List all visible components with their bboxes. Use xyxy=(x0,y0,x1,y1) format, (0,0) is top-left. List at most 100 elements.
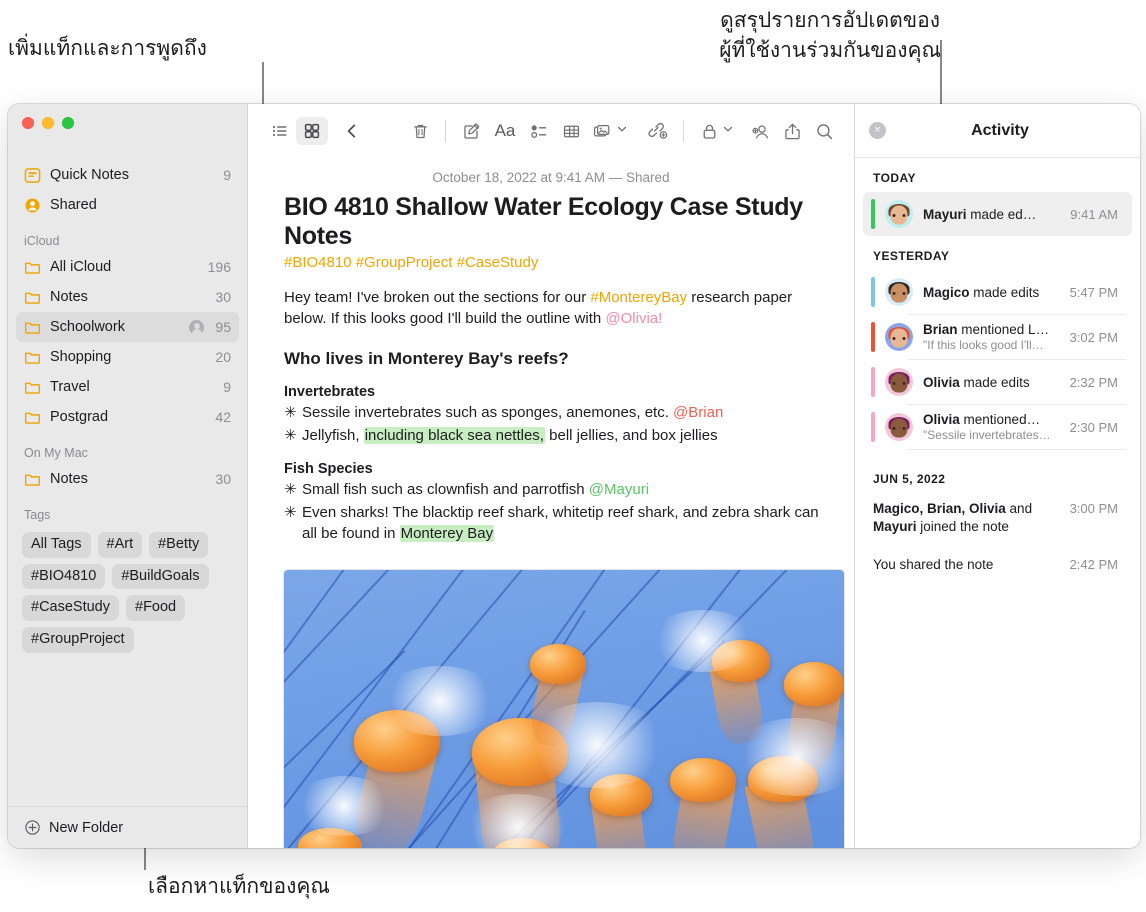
intro-text-1: Hey team! I've broken out the sections f… xyxy=(284,289,591,306)
new-folder-button[interactable]: New Folder xyxy=(8,806,247,848)
activity-time: 2:30 PM xyxy=(1069,419,1118,435)
activity-user: Magico xyxy=(923,284,970,300)
sidebar-item-notes-local[interactable]: Notes 30 xyxy=(16,464,239,494)
item-text: Small fish such as clownfish and parrotf… xyxy=(302,480,589,498)
lock-dropdown-button[interactable] xyxy=(722,122,734,140)
avatar xyxy=(885,200,913,228)
sidebar-item-count: 42 xyxy=(215,409,231,425)
share-icon xyxy=(784,123,800,139)
avatar xyxy=(885,413,913,441)
sidebar-item-count: 95 xyxy=(215,319,231,335)
tag-list: All Tags #Art #Betty #BIO4810 #BuildGoal… xyxy=(8,526,247,653)
activity-time: 2:42 PM xyxy=(1069,556,1118,572)
note-date: October 18, 2022 at 9:41 AM — Shared xyxy=(432,170,670,185)
tag-food[interactable]: #Food xyxy=(126,595,186,622)
tag-bio4810[interactable]: #BIO4810 xyxy=(22,563,106,590)
sidebar-item-shared[interactable]: Shared xyxy=(16,190,239,220)
activity-time: 2:32 PM xyxy=(1069,374,1118,390)
activity-accent-bar xyxy=(871,322,875,352)
quicknote-icon xyxy=(24,167,41,183)
item-mention[interactable]: @Mayuri xyxy=(589,481,649,498)
activity-shared-text: You shared the note xyxy=(873,556,994,572)
item-mention[interactable]: @Brian xyxy=(673,404,723,421)
activity-row-shared: You shared the note 2:42 PM xyxy=(855,543,1140,581)
checklist-button[interactable] xyxy=(523,117,555,145)
sidebar-item-postgrad[interactable]: Postgrad 42 xyxy=(16,402,239,432)
activity-text: Olivia mentioned… "Sessile invertebrates… xyxy=(923,412,1054,442)
avatar xyxy=(885,368,913,396)
maximize-button[interactable] xyxy=(62,117,74,129)
chevron-down-icon xyxy=(723,126,733,132)
sidebar-section-tags: Tags xyxy=(24,508,51,522)
activity-row[interactable]: Olivia made edits 2:32 PM xyxy=(863,360,1132,404)
tag-art[interactable]: #Art xyxy=(97,532,143,558)
sidebar-item-schoolwork[interactable]: Schoolwork 95 xyxy=(16,312,239,342)
activity-time: 5:47 PM xyxy=(1069,284,1118,300)
sidebar-item-label: Shopping xyxy=(50,349,112,365)
note-content[interactable]: October 18, 2022 at 9:41 AM — Shared BIO… xyxy=(248,158,854,848)
activity-user: Mayuri xyxy=(923,206,967,222)
sidebar-item-label: Postgrad xyxy=(50,409,109,425)
joined-names: Magico, Brian, Olivia xyxy=(873,501,1006,516)
media-dropdown-button[interactable] xyxy=(616,122,628,140)
intro-hashtag[interactable]: #MontereyBay xyxy=(590,289,687,306)
add-person-icon xyxy=(751,124,768,138)
close-button[interactable] xyxy=(22,117,34,129)
close-activity-button[interactable]: × xyxy=(869,122,886,139)
tag-groupproject[interactable]: #GroupProject xyxy=(22,627,134,653)
callout-add-tags: เพิ่มแท็กและการพูดถึง xyxy=(8,37,207,60)
sidebar-section-icloud: iCloud xyxy=(24,234,60,248)
section-fish-list: ✳ Small fish such as clownfish and parro… xyxy=(272,477,830,544)
activity-row[interactable]: Mayuri made ed… 9:41 AM xyxy=(863,192,1132,236)
lock-button[interactable] xyxy=(693,117,725,145)
sidebar-item-shopping[interactable]: Shopping 20 xyxy=(16,342,239,372)
sidebar-item-all-icloud[interactable]: All iCloud 196 xyxy=(16,252,239,282)
shared-person-icon xyxy=(25,198,40,212)
sidebar-item-quick-notes[interactable]: Quick Notes 9 xyxy=(16,160,239,190)
back-button[interactable] xyxy=(336,117,368,145)
folder-icon xyxy=(24,474,41,486)
item-text: Sessile invertebrates such as sponges, a… xyxy=(302,403,674,421)
item-text-after: bell jellies, and box jellies xyxy=(544,426,718,444)
intro-mention[interactable]: @Olivia! xyxy=(605,310,662,327)
activity-text: Brian mentioned L… "If this looks good I… xyxy=(923,322,1054,352)
gallery-view-button[interactable] xyxy=(296,117,328,145)
activity-header: × Activity xyxy=(855,104,1140,158)
bullet-marker: ✳ xyxy=(284,480,297,498)
format-button[interactable]: Aa xyxy=(487,117,523,145)
joined-rest: joined the note xyxy=(916,518,1009,534)
compose-button[interactable] xyxy=(455,117,487,145)
tag-buildgoals[interactable]: #BuildGoals xyxy=(112,563,209,590)
sidebar: Quick Notes 9 Shared iCloud All iCloud 1… xyxy=(8,104,248,848)
activity-time: 9:41 AM xyxy=(1070,206,1118,222)
delete-button[interactable] xyxy=(404,117,436,145)
tag-casestudy[interactable]: #CaseStudy xyxy=(22,595,119,622)
table-button[interactable] xyxy=(555,117,587,145)
list-view-button[interactable] xyxy=(264,117,296,145)
sidebar-item-travel[interactable]: Travel 9 xyxy=(16,372,239,402)
share-button[interactable] xyxy=(776,117,808,145)
sidebar-section-onmymac: On My Mac xyxy=(24,446,88,460)
list-item-text: Sessile invertebrates such as sponges, a… xyxy=(302,402,830,423)
add-people-button[interactable] xyxy=(744,117,776,145)
minimize-button[interactable] xyxy=(42,117,54,129)
activity-quote: "If this looks good I'll… xyxy=(923,338,1044,352)
activity-line: Olivia made edits xyxy=(923,375,1054,390)
bullet-marker: ✳ xyxy=(284,403,297,421)
activity-row[interactable]: Brian mentioned L… "If this looks good I… xyxy=(863,315,1132,359)
activity-row[interactable]: Olivia mentioned… "Sessile invertebrates… xyxy=(863,405,1132,449)
sidebar-item-notes-icloud[interactable]: Notes 30 xyxy=(16,282,239,312)
activity-list: TODAY Mayuri made ed… 9:41 AM YESTERDAY xyxy=(855,158,1140,848)
activity-row[interactable]: Magico made edits 5:47 PM xyxy=(863,270,1132,314)
section-fish-title: Fish Species xyxy=(284,460,373,477)
activity-accent-bar xyxy=(871,412,875,442)
search-button[interactable] xyxy=(808,117,840,145)
format-label: Aa xyxy=(494,121,516,140)
tag-betty[interactable]: #Betty xyxy=(149,532,209,558)
jellyfish-photo[interactable] xyxy=(284,569,844,848)
tag-all-tags[interactable]: All Tags xyxy=(22,532,91,558)
compose-icon xyxy=(463,122,479,139)
media-button[interactable] xyxy=(587,117,619,145)
add-link-button[interactable] xyxy=(642,117,674,145)
activity-line: Magico made edits xyxy=(923,285,1054,300)
